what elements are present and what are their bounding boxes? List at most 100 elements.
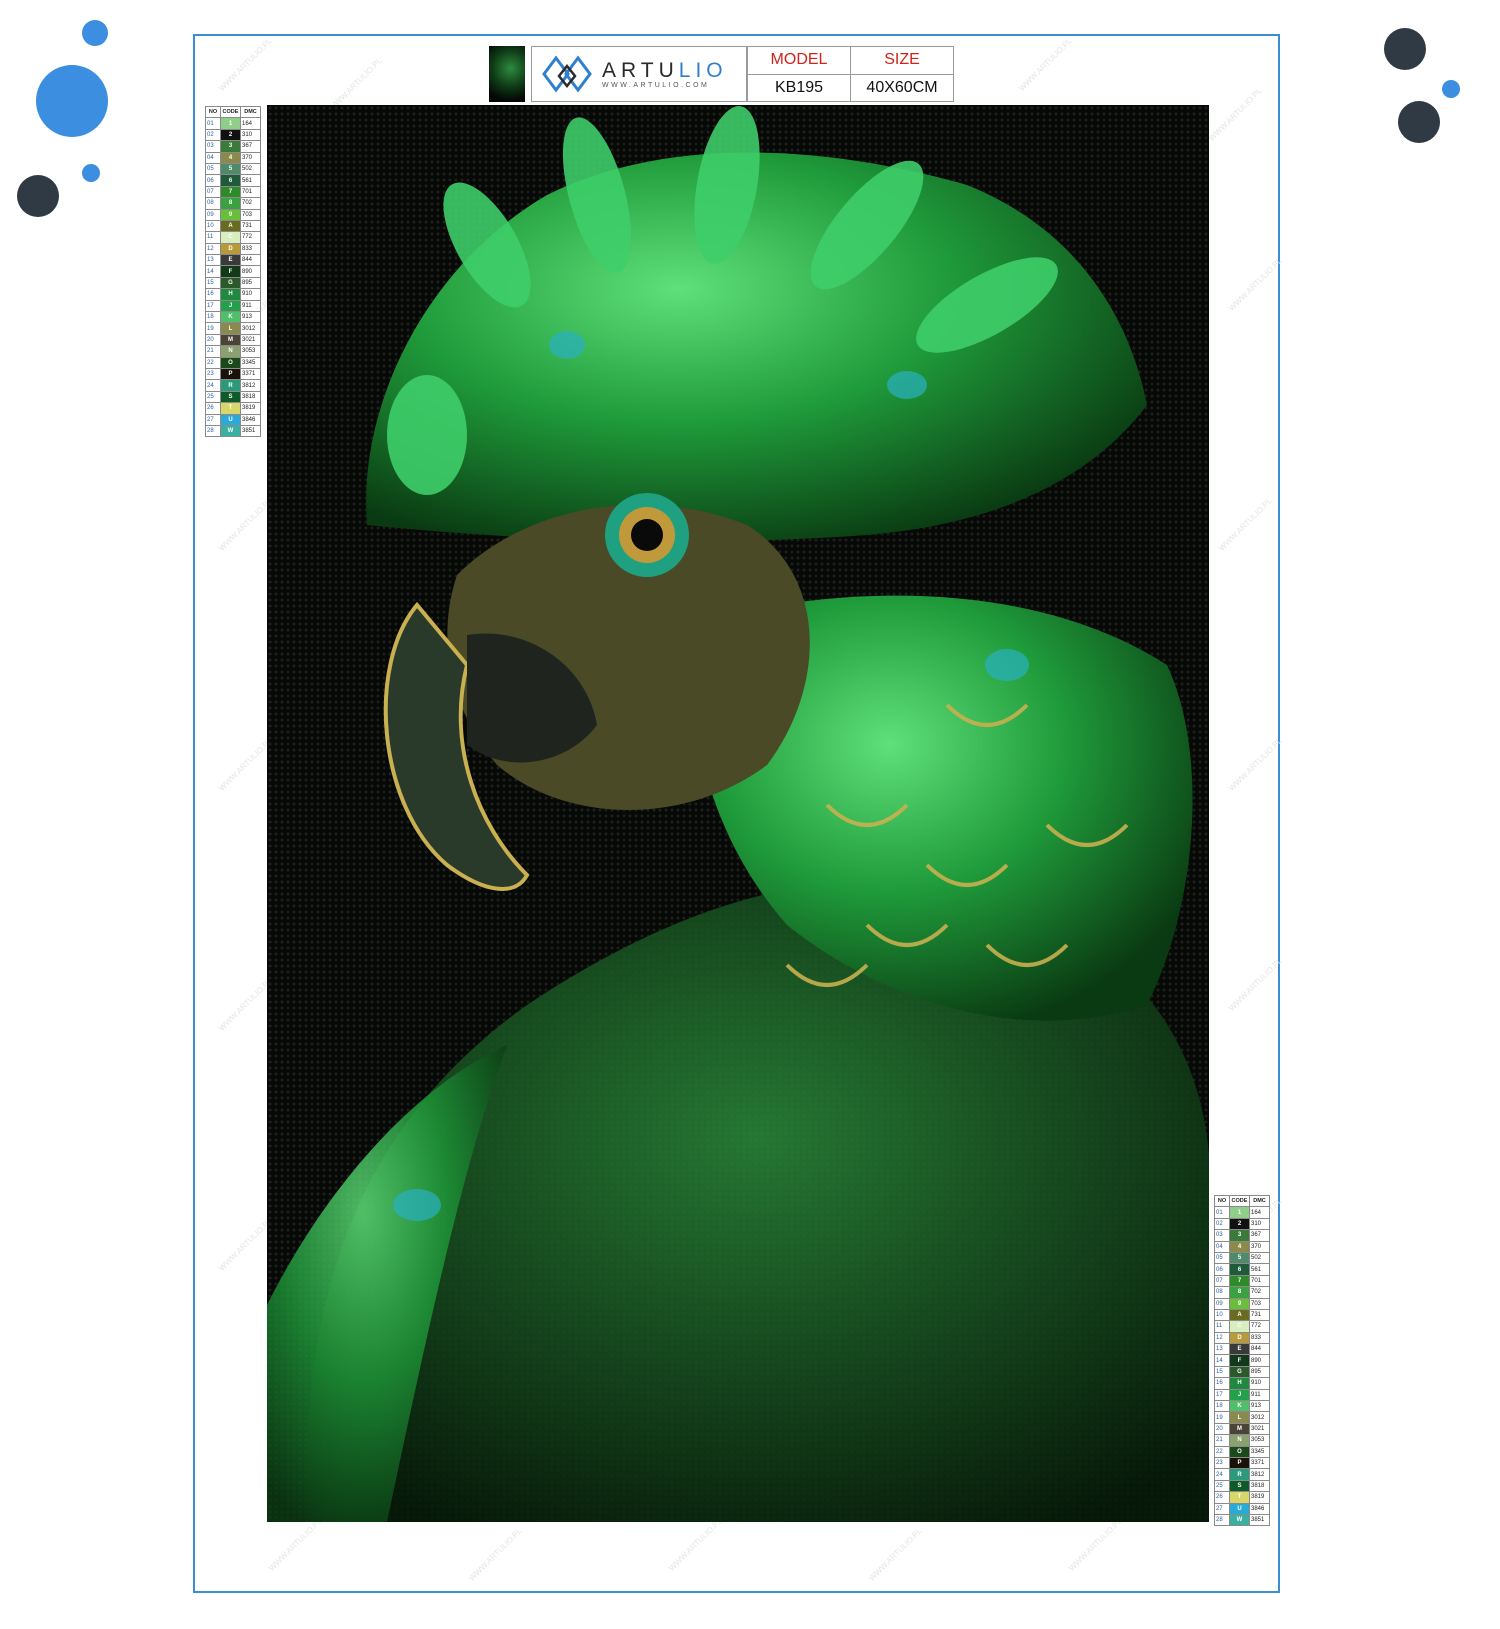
legend-row: 28 W 3851 [205, 424, 261, 438]
legend-dmc: 910 [1249, 1377, 1270, 1390]
legend-row: 09 9 703 [205, 208, 261, 221]
legend-no: 14 [205, 265, 221, 278]
legend-dmc: 844 [240, 254, 261, 267]
legend-row: 03 3 367 [205, 140, 261, 153]
legend-code-swatch: C [1229, 1320, 1250, 1333]
legend-code-swatch: U [1229, 1502, 1250, 1515]
legend-row: 27 U 3846 [1214, 1502, 1270, 1515]
legend-dmc: 3371 [1249, 1456, 1270, 1470]
legend-no: 16 [1214, 1377, 1230, 1390]
legend-row: 08 8 702 [1214, 1286, 1270, 1299]
brand-name: ARTULIO [602, 58, 728, 82]
legend-header: CODE [1229, 1194, 1250, 1208]
legend-no: 18 [205, 311, 221, 324]
legend-code-swatch: A [220, 219, 241, 233]
legend-dmc: 703 [240, 208, 261, 221]
legend-row: 05 5 502 [205, 162, 261, 176]
legend-row: 22 O 3345 [1214, 1445, 1270, 1459]
legend-code-swatch: N [1229, 1434, 1250, 1447]
legend-row: 23 P 3371 [1214, 1456, 1270, 1470]
legend-dmc: 3851 [1249, 1513, 1270, 1527]
legend-dmc: 702 [1249, 1286, 1270, 1299]
decor-dot [1384, 28, 1426, 70]
legend-dmc: 833 [1249, 1331, 1270, 1345]
legend-row: 02 2 310 [205, 128, 261, 142]
artwork-canvas [267, 105, 1209, 1522]
legend-row: 21 N 3053 [1214, 1434, 1270, 1447]
legend-dmc: 833 [240, 242, 261, 256]
legend-no: 14 [1214, 1354, 1230, 1367]
legend-dmc: 731 [240, 219, 261, 233]
legend-dmc: 3846 [1249, 1502, 1270, 1515]
legend-header: CODE [220, 105, 241, 119]
legend-no: 08 [205, 197, 221, 210]
legend-row: 15 G 895 [205, 276, 261, 290]
legend-row: 25 S 3818 [205, 390, 261, 404]
legend-row: 22 O 3345 [205, 356, 261, 370]
legend-row: 06 6 561 [1214, 1263, 1270, 1276]
legend-row: 20 M 3021 [1214, 1422, 1270, 1436]
legend-no: 15 [1214, 1365, 1230, 1379]
legend-dmc: 370 [1249, 1240, 1270, 1253]
legend-dmc: 3021 [240, 333, 261, 347]
legend-row: 01 1 164 [1214, 1206, 1270, 1219]
legend-code-swatch: D [220, 242, 241, 256]
legend-no: 04 [1214, 1240, 1230, 1253]
legend-dmc: 367 [1249, 1229, 1270, 1242]
legend-dmc: 895 [240, 276, 261, 290]
legend-dmc: 561 [1249, 1263, 1270, 1276]
legend-row: 15 G 895 [1214, 1365, 1270, 1379]
legend-row: 25 S 3818 [1214, 1479, 1270, 1493]
legend-row: 04 4 370 [205, 151, 261, 164]
legend-code-swatch: 2 [1229, 1217, 1250, 1231]
legend-dmc: 731 [1249, 1308, 1270, 1322]
legend-no: 10 [1214, 1308, 1230, 1322]
legend-no: 24 [1214, 1468, 1230, 1481]
legend-no: 23 [1214, 1456, 1230, 1470]
legend-row: 02 2 310 [1214, 1217, 1270, 1231]
legend-code-swatch: S [220, 390, 241, 404]
decor-dot [82, 164, 100, 182]
legend-row: 23 P 3371 [205, 367, 261, 381]
legend-no: 17 [1214, 1388, 1230, 1402]
legend-no: 08 [1214, 1286, 1230, 1299]
legend-code-swatch: J [1229, 1388, 1250, 1402]
legend-no: 24 [205, 379, 221, 392]
parrot-icon [267, 106, 1209, 1522]
legend-row: 16 H 910 [1214, 1377, 1270, 1390]
legend-code-swatch: 6 [1229, 1263, 1250, 1276]
legend-row: 21 N 3053 [205, 345, 261, 358]
legend-code-swatch: R [220, 379, 241, 392]
legend-no: 01 [205, 117, 221, 130]
legend-code-swatch: O [220, 356, 241, 370]
legend-row: 09 9 703 [1214, 1297, 1270, 1310]
legend-dmc: 3012 [1249, 1411, 1270, 1424]
legend-row: 24 R 3812 [1214, 1468, 1270, 1481]
legend-dmc: 370 [240, 151, 261, 164]
legend-no: 28 [1214, 1513, 1230, 1527]
legend-code-swatch: W [1229, 1513, 1250, 1527]
legend-row: 16 H 910 [205, 288, 261, 301]
legend-no: 09 [1214, 1297, 1230, 1310]
legend-no: 05 [1214, 1251, 1230, 1265]
legend-code-swatch: P [220, 367, 241, 381]
legend-no: 26 [205, 402, 221, 415]
decor-dot [1398, 101, 1440, 143]
legend-row: 19 L 3012 [1214, 1411, 1270, 1424]
legend-dmc: 164 [1249, 1206, 1270, 1219]
legend-row: 27 U 3846 [205, 413, 261, 426]
decor-dot [36, 65, 108, 137]
preview-thumbnail [489, 46, 525, 102]
legend-no: 25 [1214, 1479, 1230, 1493]
legend-no: 19 [205, 322, 221, 335]
legend-row: 01 1 164 [205, 117, 261, 130]
brand-name-part2: LIO [678, 58, 728, 82]
legend-no: 20 [205, 333, 221, 347]
legend-dmc: 703 [1249, 1297, 1270, 1310]
legend-code-swatch: F [220, 265, 241, 278]
legend-dmc: 895 [1249, 1365, 1270, 1379]
legend-dmc: 3851 [240, 424, 261, 438]
legend-code-swatch: L [220, 322, 241, 335]
legend-no: 07 [205, 185, 221, 199]
legend-row: 20 M 3021 [205, 333, 261, 347]
